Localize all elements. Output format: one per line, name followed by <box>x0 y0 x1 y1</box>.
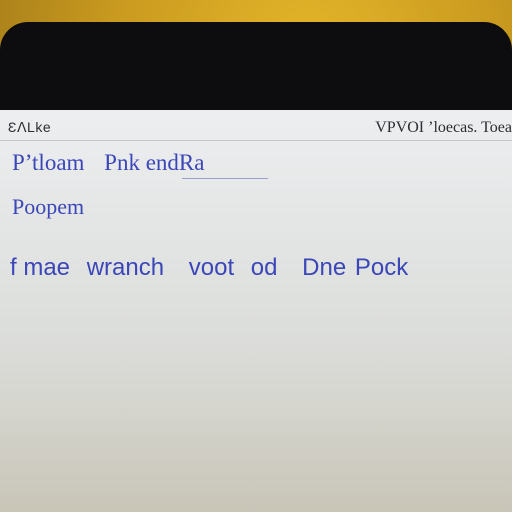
screen: ƐᐱLke VPVOI ’loecas. Toea P’tloam Pnk en… <box>0 110 512 512</box>
line2-word: Poopem <box>12 194 85 219</box>
line1-word-c: endRa <box>145 150 205 175</box>
top-bar: ƐᐱLke VPVOI ’loecas. Toea <box>0 110 512 141</box>
line3-word-e: Dne <box>302 254 347 281</box>
line3-word-b: wranch <box>86 254 165 281</box>
line3-word-d: od <box>250 254 278 281</box>
line1-word-b: Pnk <box>104 150 140 175</box>
text-line-1[interactable]: P’tloam Pnk endRa <box>12 150 268 179</box>
line1-underline <box>182 178 268 179</box>
line1-word-a: P’tloam <box>12 150 85 175</box>
screen-glare <box>0 352 512 512</box>
line3-word-c: voot <box>188 254 235 281</box>
line3-word-f: Pock <box>354 254 409 281</box>
line3-word-a: f mae <box>10 254 71 281</box>
top-bar-left-label: ƐᐱLke <box>8 119 52 135</box>
text-line-3[interactable]: f mae wranch voot od Dne Pock <box>10 254 418 282</box>
top-bar-right-label: VPVOI ’loecas. Toea <box>375 119 512 136</box>
text-line-2[interactable]: Poopem <box>12 194 84 220</box>
